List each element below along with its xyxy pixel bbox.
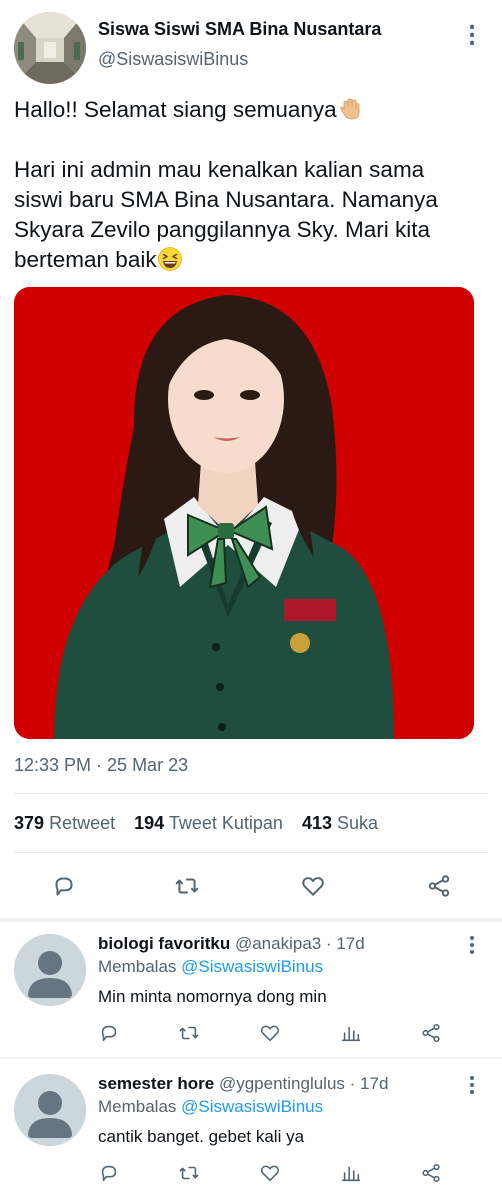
default-avatar-icon bbox=[14, 1074, 86, 1146]
analytics-icon bbox=[341, 1166, 361, 1182]
tweet-image[interactable] bbox=[14, 287, 474, 739]
like-icon bbox=[302, 877, 324, 896]
share-button[interactable] bbox=[420, 1022, 446, 1048]
reply-age: · 17d bbox=[325, 934, 365, 953]
reply-avatar[interactable] bbox=[14, 934, 86, 1006]
retweet-button[interactable] bbox=[178, 1162, 204, 1188]
reply-icon bbox=[55, 877, 73, 896]
grinning-squinting-face-emoji bbox=[157, 246, 183, 272]
author-name[interactable]: Siswa Siswi SMA Bina Nusantara bbox=[98, 19, 381, 40]
quotes-stat[interactable]: 194 Tweet Kutipan bbox=[134, 813, 297, 833]
like-button[interactable] bbox=[259, 1162, 285, 1188]
hallway-photo-avatar-image bbox=[14, 12, 86, 84]
reply-button[interactable] bbox=[47, 869, 81, 903]
reply-handle: @anakipa3 bbox=[234, 934, 322, 953]
author-handle[interactable]: @SiswasiswiBinus bbox=[98, 49, 248, 70]
share-icon bbox=[428, 875, 450, 897]
likes-stat[interactable]: 413 Suka bbox=[302, 813, 392, 833]
tweet-timestamp[interactable]: 12:33 PM · 25 Mar 23 bbox=[14, 755, 188, 776]
tweet-text-line bbox=[14, 125, 494, 155]
retweets-stat[interactable]: 379 Retweet bbox=[14, 813, 129, 833]
reply-icon bbox=[101, 1165, 117, 1182]
reply-age: · 17d bbox=[349, 1074, 389, 1093]
reply-author[interactable]: semester hore @ygpentinglulus · 17d bbox=[98, 1074, 388, 1094]
tweet-text-line: Skyara Zevilo panggilannya Sky. Mari kit… bbox=[14, 217, 431, 242]
tweet-text-line: Hari ini admin mau kenalkan kalian sama bbox=[14, 157, 425, 182]
author-avatar[interactable] bbox=[14, 12, 86, 84]
retweet-icon bbox=[179, 1166, 199, 1180]
reply-button[interactable] bbox=[98, 1162, 124, 1188]
reply-button[interactable] bbox=[98, 1022, 124, 1048]
replying-to-link[interactable]: @SiswasiswiBinus bbox=[181, 1097, 323, 1116]
more-options-icon[interactable] bbox=[463, 934, 481, 956]
tweet-stats: 379 Retweet 194 Tweet Kutipan 413 Suka bbox=[14, 813, 392, 834]
retweet-button[interactable] bbox=[178, 1022, 204, 1048]
reply-tweet[interactable]: semester hore @ygpentinglulus · 17d Memb… bbox=[0, 1062, 502, 1200]
reply-avatar[interactable] bbox=[14, 1074, 86, 1146]
divider bbox=[0, 1057, 502, 1059]
share-icon bbox=[422, 1023, 440, 1043]
share-button[interactable] bbox=[420, 1162, 446, 1188]
tweet-text-line: Hallo!! Selamat siang semuanya bbox=[14, 95, 494, 125]
analytics-icon bbox=[341, 1026, 361, 1042]
default-avatar-icon bbox=[14, 934, 86, 1006]
tweet-text-line: siswi baru SMA Bina Nusantara. Namanya bbox=[14, 187, 438, 212]
student-portrait-image bbox=[14, 287, 474, 739]
tweet-text-line: berteman baik bbox=[14, 245, 494, 275]
share-button[interactable] bbox=[422, 869, 456, 903]
replying-to-link[interactable]: @SiswasiswiBinus bbox=[181, 957, 323, 976]
more-options-icon[interactable] bbox=[462, 22, 482, 48]
divider bbox=[14, 793, 488, 794]
retweet-icon bbox=[179, 1026, 199, 1040]
more-options-icon[interactable] bbox=[463, 1074, 481, 1096]
reply-text: cantik banget. gebet kali ya bbox=[98, 1127, 305, 1146]
like-button[interactable] bbox=[296, 869, 330, 903]
like-button[interactable] bbox=[259, 1022, 285, 1048]
tweet-text: Hallo!! Selamat siang semuanya Hari ini … bbox=[14, 95, 494, 275]
reply-handle: @ygpentinglulus bbox=[218, 1074, 345, 1093]
retweet-icon bbox=[175, 878, 199, 894]
like-icon bbox=[260, 1165, 280, 1182]
analytics-button[interactable] bbox=[340, 1162, 366, 1188]
waving-hand-emoji bbox=[337, 96, 363, 122]
like-icon bbox=[260, 1025, 280, 1042]
divider bbox=[14, 852, 488, 853]
reply-text: Min minta nomornya dong min bbox=[98, 987, 327, 1006]
reply-author[interactable]: biologi favoritku @anakipa3 · 17d bbox=[98, 934, 365, 954]
share-icon bbox=[422, 1163, 440, 1183]
reply-icon bbox=[101, 1025, 117, 1042]
replying-to: Membalas @SiswasiswiBinus bbox=[98, 957, 324, 976]
retweet-button[interactable] bbox=[170, 869, 204, 903]
reply-tweet[interactable]: biologi favoritku @anakipa3 · 17d Membal… bbox=[0, 922, 502, 1062]
analytics-button[interactable] bbox=[340, 1022, 366, 1048]
replying-to: Membalas @SiswasiswiBinus bbox=[98, 1097, 324, 1116]
